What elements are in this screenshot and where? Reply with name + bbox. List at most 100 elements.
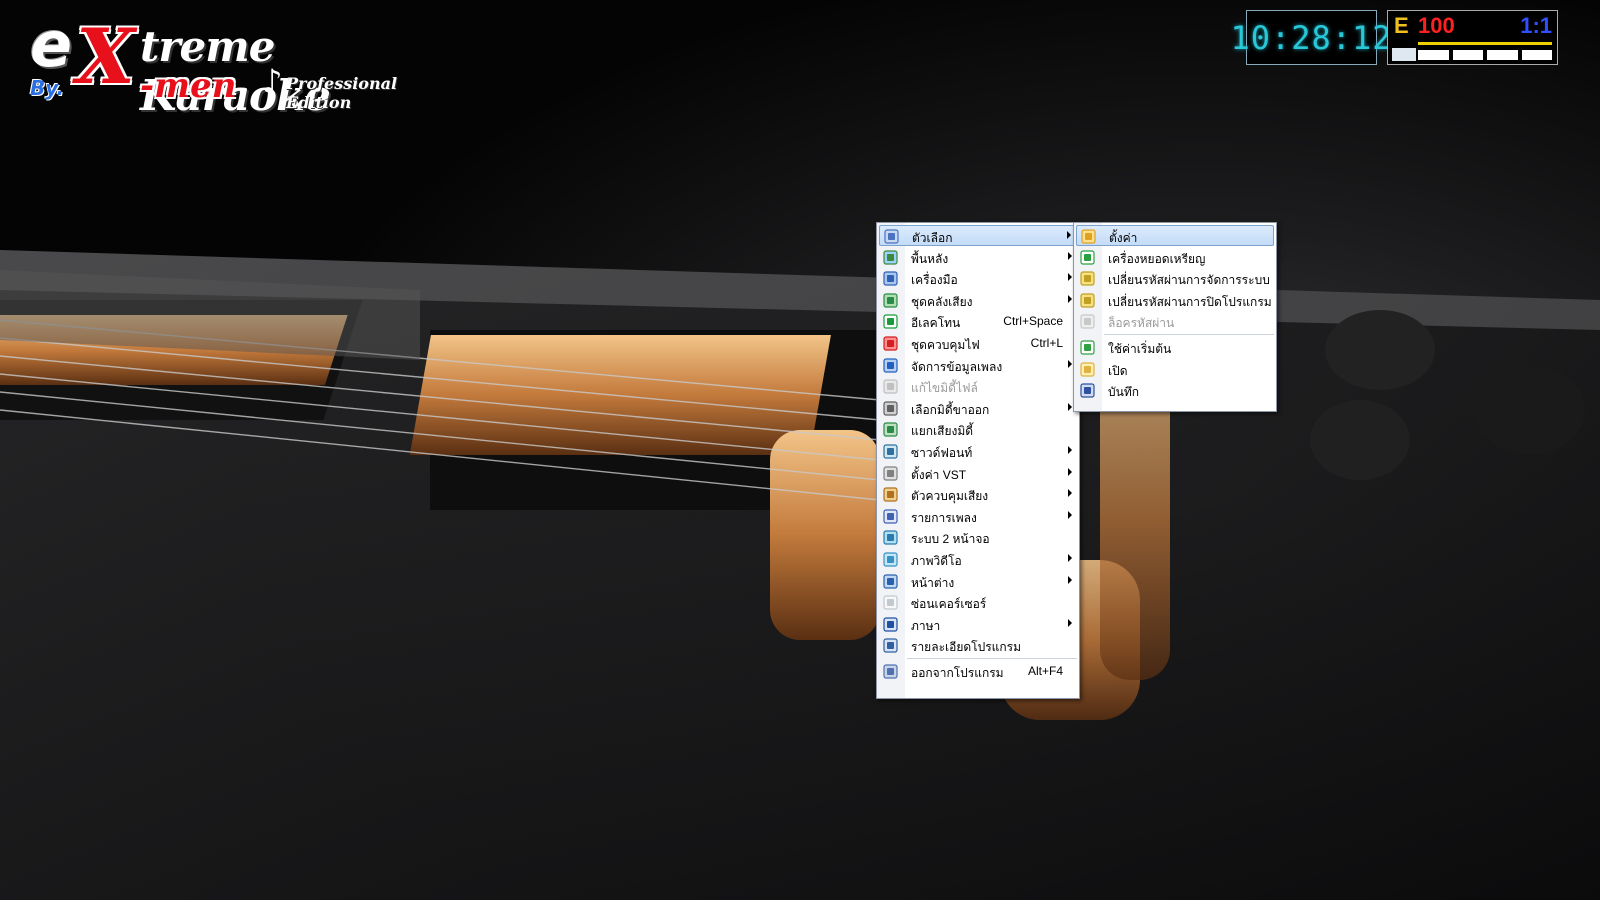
video-icon (883, 552, 898, 567)
exit-icon (883, 664, 898, 679)
submenu-arrow-icon (1068, 489, 1072, 498)
status-e-label: E (1394, 13, 1409, 38)
sub-menu-item-label: ตั้งค่า (1109, 231, 1138, 245)
main-menu-item-label: อีเลคโทน (911, 316, 961, 331)
main-menu-item[interactable]: อีเลคโทน Ctrl+Space (879, 311, 1077, 332)
submenu-arrow-icon (1068, 467, 1072, 476)
logo-men: -men (140, 66, 237, 106)
music-note-icon (883, 314, 898, 329)
main-menu-item[interactable]: ออกจากโปรแกรม Alt+F4 (879, 661, 1077, 682)
hide-cursor-icon (883, 595, 898, 610)
about-icon (883, 638, 898, 653)
submenu-arrow-icon (1068, 359, 1072, 368)
main-menu-item-label: จัดการข้อมูลเพลง (911, 359, 1003, 374)
sub-menu-item[interactable]: ใช้ค่าเริ่มต้น (1076, 337, 1274, 358)
sub-menu-item-label: ใช้ค่าเริ่มต้น (1108, 342, 1172, 356)
sub-menu-item[interactable]: เปลี่ยนรหัสผ่านการปิดโปรแกรม (1076, 290, 1274, 311)
sub-menu-item[interactable]: เปลี่ยนรหัสผ่านการจัดการระบบ (1076, 268, 1274, 289)
main-menu-item-shortcut: Alt+F4 (1027, 664, 1063, 678)
main-menu-item[interactable]: ซ่อนเคอร์เซอร์ (879, 592, 1077, 613)
main-menu-item-label: เลือกมิดี้ขาออก (911, 402, 990, 417)
main-menu-item-label: ตัวเลือก (912, 231, 953, 245)
main-menu-item[interactable]: ตัวควบคุมเสียง (879, 484, 1077, 505)
main-menu-item[interactable]: ซาวด์ฟอนท์ (879, 441, 1077, 462)
save-icon (1080, 383, 1095, 398)
main-menu-item[interactable]: แยกเสียงมิดี้ (879, 419, 1077, 440)
logo-by: By. (30, 76, 65, 100)
sub-menu-item[interactable]: ตั้งค่า (1076, 225, 1274, 246)
main-menu-item[interactable]: จัดการข้อมูลเพลง (879, 355, 1077, 376)
sub-menu-item-label: เปลี่ยนรหัสผ่านการปิดโปรแกรม (1108, 294, 1272, 309)
level-block (1452, 50, 1483, 60)
background-icon (883, 249, 898, 265)
main-menu-item-label: แยกเสียงมิดี้ (911, 424, 974, 439)
submenu-arrow-icon (1068, 446, 1072, 454)
level-block (1487, 50, 1518, 60)
main-menu-item[interactable]: หน้าต่าง (879, 571, 1077, 592)
menu-separator (907, 658, 1077, 659)
main-menu-item[interactable]: รายละเอียดโปรแกรม (879, 635, 1077, 656)
song-data-icon (883, 357, 898, 373)
submenu-arrow-icon (1068, 273, 1072, 282)
app-logo: e X treme Karaoke By. -men ♪ Professiona… (30, 8, 450, 120)
logo-x: X (76, 12, 135, 101)
options-icon (884, 229, 899, 244)
light-control-icon (883, 336, 898, 351)
main-menu-item-label: ชุดคลังเสียง (911, 294, 973, 309)
main-menu-item[interactable]: ภาพวิดีโอ (879, 549, 1077, 570)
ratio-value: 1:1 (1520, 13, 1552, 38)
main-menu-item[interactable]: ตัวเลือก (879, 225, 1077, 246)
tempo-icon (1392, 48, 1416, 61)
language-icon (883, 617, 898, 632)
main-menu-item[interactable]: ตั้งค่า VST (879, 463, 1077, 484)
sub-menu-item[interactable]: เปิด (1076, 359, 1274, 380)
main-menu-item[interactable]: รายการเพลง (879, 506, 1077, 527)
sub-menu-item-label: เครื่องหยอดเหรียญ (1108, 251, 1206, 266)
main-menu-item[interactable]: พื้นหลัง (879, 247, 1077, 268)
key-icon (1080, 271, 1095, 286)
options-submenu: ตั้งค่าเครื่องหยอดเหรียญเปลี่ยนรหัสผ่านก… (1073, 222, 1277, 412)
coin-icon (1080, 249, 1095, 265)
music-note-icon: ♪ (262, 62, 283, 100)
sub-menu-item-label: บันทึก (1108, 385, 1139, 400)
main-menu-item: แก้ไขมิดี้ไฟล์ (879, 376, 1077, 397)
dual-monitor-icon (883, 530, 898, 545)
main-menu-item[interactable]: เลือกมิดี้ขาออก (879, 398, 1077, 419)
sub-menu-item-label: เปิด (1108, 363, 1128, 378)
sub-menu-item-label: เปลี่ยนรหัสผ่านการจัดการระบบ (1108, 273, 1270, 288)
speaker-icon (883, 487, 898, 502)
status-line (1418, 42, 1552, 45)
submenu-arrow-icon (1068, 402, 1072, 411)
midi-edit-icon (883, 379, 898, 394)
main-menu-item-label: ภาษา (911, 618, 941, 633)
soundfont-icon (883, 444, 898, 459)
main-menu-item[interactable]: เครื่องมือ (879, 268, 1077, 289)
main-menu-item-label: ตัวควบคุมเสียง (911, 489, 989, 504)
main-menu-item-label: ออกจากโปรแกรม (911, 666, 1004, 680)
main-menu-item[interactable]: ชุดควบคุมไฟ Ctrl+L (879, 333, 1077, 354)
level-block (1418, 50, 1449, 60)
midi-split-icon (883, 422, 898, 437)
main-menu-item-label: รายละเอียดโปรแกรม (911, 640, 1022, 655)
folder-open-icon (1080, 361, 1095, 377)
home-icon (1080, 340, 1095, 355)
submenu-arrow-icon (1068, 554, 1072, 562)
submenu-arrow-icon (1068, 510, 1072, 519)
main-menu-item[interactable]: ชุดคลังเสียง (879, 290, 1077, 311)
main-menu-item-label: ซ่อนเคอร์เซอร์ (911, 597, 987, 612)
main-menu-item[interactable]: ภาษา (879, 614, 1077, 635)
soundbank-icon (883, 293, 898, 308)
main-menu-item[interactable]: ระบบ 2 หน้าจอ (879, 527, 1077, 548)
main-menu-item-label: ระบบ 2 หน้าจอ (911, 532, 990, 547)
clock-time: 10:28:12 (1230, 18, 1393, 57)
menu-separator (1104, 334, 1274, 335)
clock-display: 10:28:12 (1230, 10, 1392, 65)
logo-e: e (30, 8, 73, 81)
submenu-arrow-icon (1068, 294, 1072, 303)
main-menu-item-label: หน้าต่าง (911, 575, 955, 590)
sub-menu-item: ล็อครหัสผ่าน (1076, 311, 1274, 332)
main-menu-item-label: เครื่องมือ (911, 273, 958, 288)
sub-menu-item[interactable]: เครื่องหยอดเหรียญ (1076, 247, 1274, 268)
guitar-background (0, 0, 1600, 900)
sub-menu-item[interactable]: บันทึก (1076, 380, 1274, 401)
